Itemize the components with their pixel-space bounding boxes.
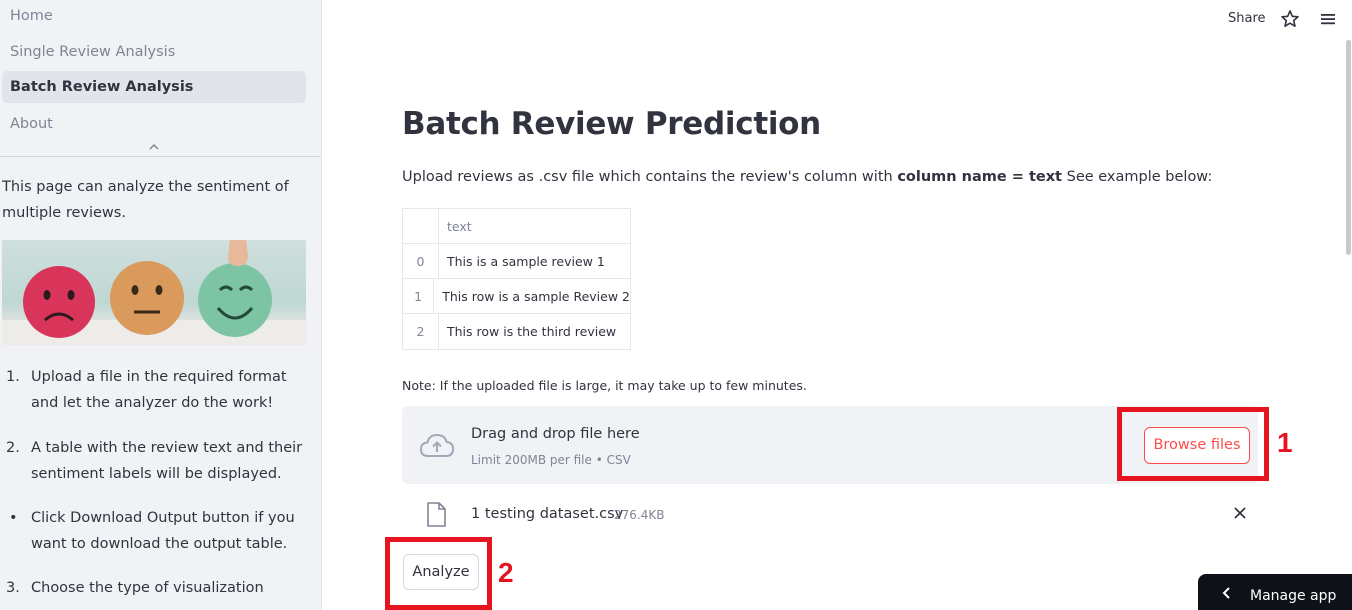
dropzone-limit: Limit 200MB per file • CSV [471, 453, 631, 467]
list-item-text: Choose the type of visualization [31, 580, 264, 596]
column-header-text: text [447, 219, 472, 234]
list-item-text: A table with the review text and their s… [31, 440, 303, 482]
list-marker: • [9, 510, 18, 526]
list-marker: 2. [6, 440, 20, 456]
table-header-row: text [403, 209, 630, 244]
file-size: 276.4KB [614, 508, 665, 522]
manage-app-button[interactable]: Manage app [1198, 574, 1352, 610]
manage-app-label: Manage app [1250, 588, 1337, 604]
file-name: 1 testing dataset.csv [471, 506, 624, 522]
sidebar-item-home[interactable]: Home [2, 0, 306, 32]
share-button[interactable]: Share [1228, 11, 1266, 26]
page-title: Batch Review Prediction [402, 106, 821, 142]
row-index: 1 [403, 279, 435, 313]
sidebar-description: This page can analyze the sentiment of m… [2, 179, 289, 221]
table-row: 1 This row is a sample Review 2 [403, 279, 630, 314]
dropzone-title: Drag and drop file here [471, 426, 640, 442]
upload-description: Upload reviews as .csv file which contai… [402, 169, 1213, 185]
table-row: 2 This row is the third review [403, 314, 630, 349]
table-cell: This row is a sample Review 2 [442, 289, 630, 304]
list-marker: 1. [6, 369, 20, 385]
sidebar-item-about[interactable]: About [2, 108, 306, 140]
list-item-text: Click Download Output button if you want… [31, 510, 295, 552]
sidebar: Home Single Review Analysis Batch Review… [0, 0, 322, 610]
upload-note: Note: If the uploaded file is large, it … [402, 378, 807, 393]
highlight-box-browse [1117, 407, 1269, 481]
step-number-1: 1 [1277, 427, 1293, 458]
table-row: 0 This is a sample review 1 [403, 244, 630, 279]
star-icon[interactable] [1280, 9, 1300, 29]
sidebar-item-batch-review-analysis[interactable]: Batch Review Analysis [2, 71, 306, 103]
file-icon [426, 502, 446, 527]
nav-divider [0, 156, 321, 157]
table-cell: This row is the third review [447, 324, 617, 339]
sentiment-faces-image [2, 240, 306, 345]
list-marker: 3. [6, 580, 20, 596]
example-table: text 0 This is a sample review 1 1 This … [402, 208, 631, 350]
close-icon[interactable] [1232, 505, 1248, 521]
table-cell: This is a sample review 1 [447, 254, 605, 269]
row-index: 0 [403, 244, 439, 278]
row-index: 2 [403, 314, 439, 349]
cloud-upload-icon [419, 432, 455, 458]
scrollbar[interactable] [1346, 40, 1351, 255]
chevron-up-icon[interactable] [147, 141, 161, 153]
list-item-text: Upload a file in the required format and… [31, 369, 287, 411]
step-number-2: 2 [498, 557, 514, 588]
chevron-left-icon [1220, 584, 1234, 602]
hamburger-menu-icon[interactable] [1318, 9, 1338, 29]
sidebar-item-single-review-analysis[interactable]: Single Review Analysis [2, 36, 306, 68]
uploaded-file-row: 1 testing dataset.csv 276.4KB [402, 497, 1258, 533]
highlight-box-analyze [385, 537, 492, 610]
index-header [403, 209, 439, 243]
